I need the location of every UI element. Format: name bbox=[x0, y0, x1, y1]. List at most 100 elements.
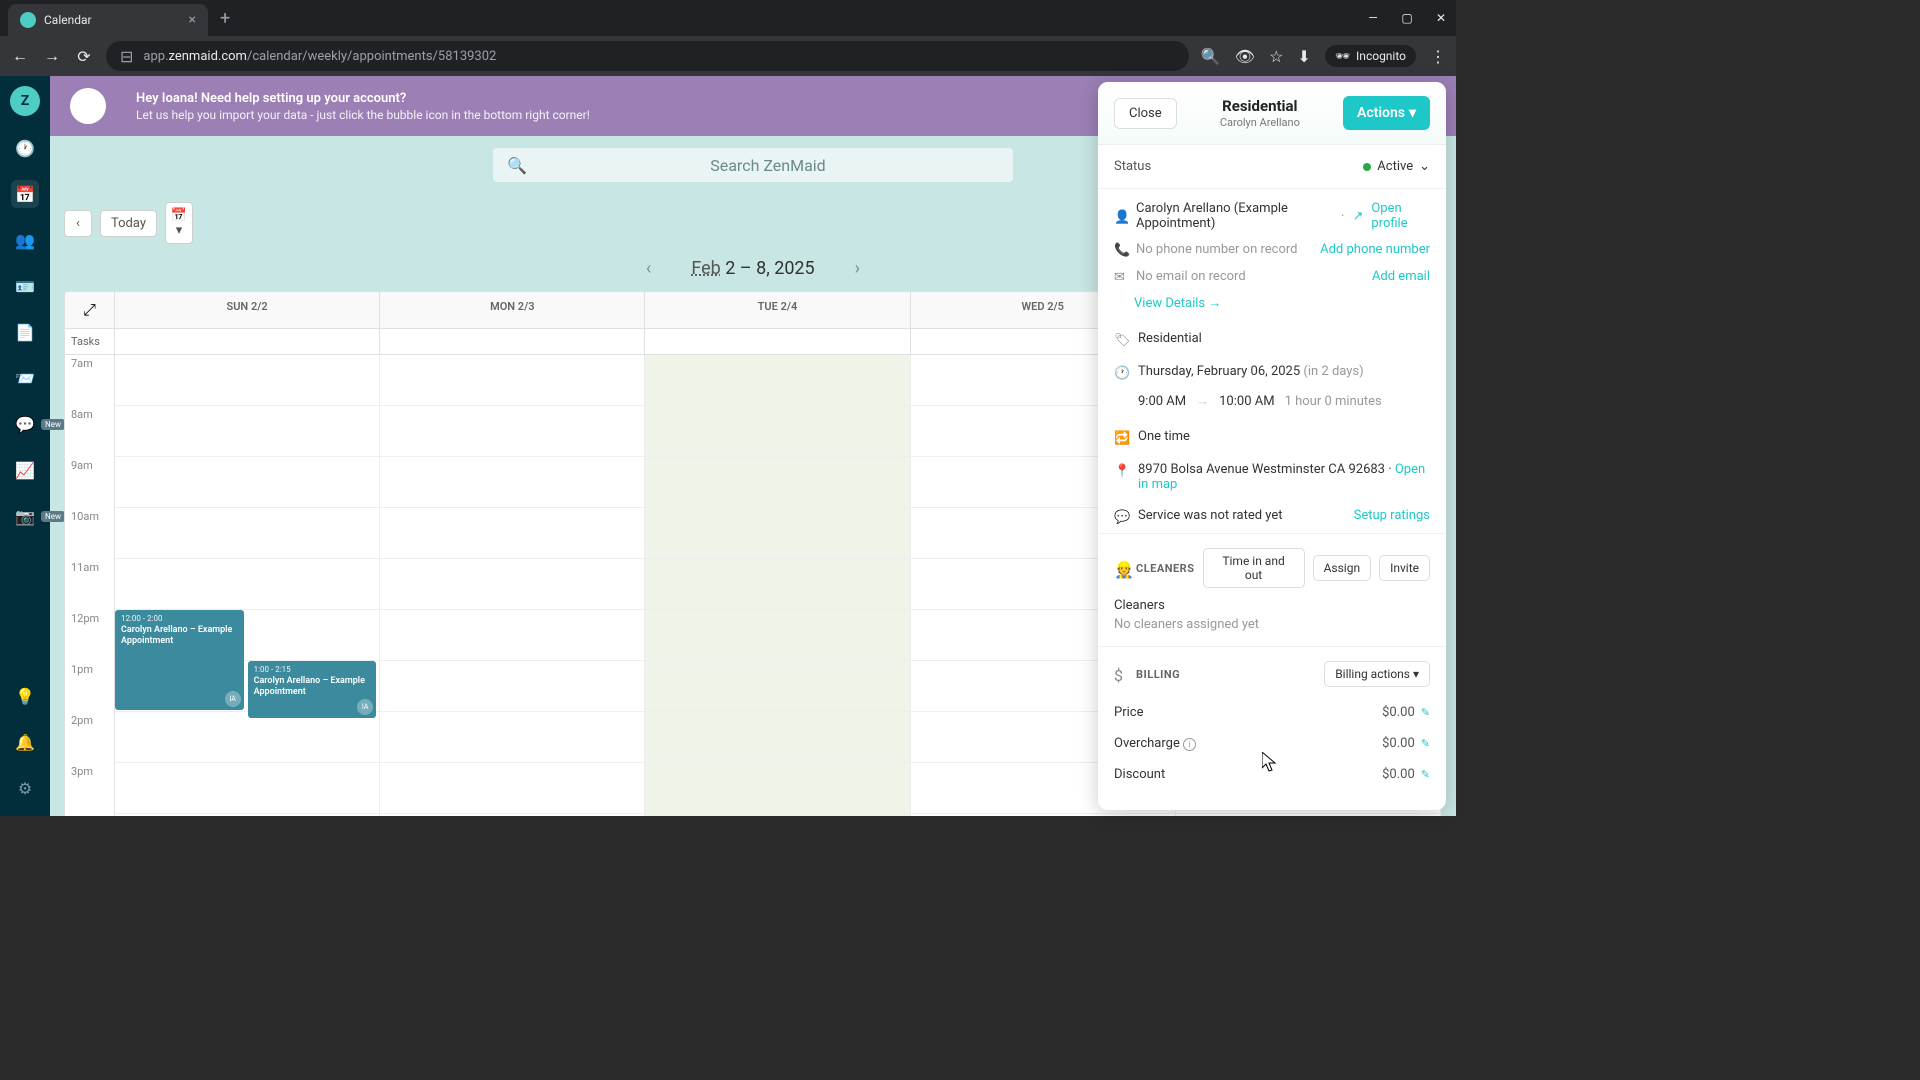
calendar-cell[interactable] bbox=[115, 559, 380, 610]
url-text: app.zenmaid.com/calendar/weekly/appointm… bbox=[143, 49, 496, 64]
camera-icon[interactable]: 📷New bbox=[11, 502, 39, 530]
calendar-cell[interactable] bbox=[380, 763, 645, 814]
forward-button[interactable]: → bbox=[42, 46, 62, 66]
address-bar[interactable]: ⊟ app.zenmaid.com/calendar/weekly/appoin… bbox=[106, 41, 1189, 71]
status-dropdown[interactable]: Active ⌄ bbox=[1363, 159, 1430, 174]
document-icon[interactable]: 📄 bbox=[11, 318, 39, 346]
calendar-cell[interactable] bbox=[1176, 814, 1441, 816]
calendar-cell[interactable] bbox=[115, 406, 380, 457]
download-icon[interactable]: ⬇ bbox=[1297, 47, 1310, 66]
calendar-cell[interactable] bbox=[380, 661, 645, 712]
calendar-cell[interactable] bbox=[645, 610, 910, 661]
calendar-cell[interactable] bbox=[380, 610, 645, 661]
calendar-cell[interactable] bbox=[645, 355, 910, 406]
no-phone-text: No phone number on record bbox=[1136, 242, 1297, 257]
calendar-cell[interactable] bbox=[645, 406, 910, 457]
bell-icon[interactable]: 🔔 bbox=[11, 728, 39, 756]
info-icon[interactable]: i bbox=[1183, 738, 1196, 751]
repeat-icon: 🔁 bbox=[1114, 431, 1128, 446]
calendar-cell[interactable] bbox=[645, 814, 910, 816]
incognito-badge[interactable]: 🕶 Incognito bbox=[1325, 45, 1416, 67]
chat-icon[interactable]: 💬New bbox=[11, 410, 39, 438]
expand-icon[interactable]: ⤢ bbox=[65, 292, 115, 328]
browser-tab[interactable]: Calendar × bbox=[8, 4, 208, 36]
panel-subtitle: Carolyn Arellano bbox=[1177, 116, 1343, 129]
calendar-cell[interactable] bbox=[645, 661, 910, 712]
calendar-cell[interactable] bbox=[115, 508, 380, 559]
appointment-date: Thursday, February 06, 2025 (in 2 days) bbox=[1138, 364, 1364, 379]
id-card-icon[interactable]: 🪪 bbox=[11, 272, 39, 300]
bookmark-icon[interactable]: ☆ bbox=[1269, 47, 1283, 66]
add-email-link[interactable]: Add email bbox=[1372, 269, 1430, 284]
tasks-cell[interactable] bbox=[115, 329, 380, 354]
calendar-cell[interactable] bbox=[380, 712, 645, 763]
minimize-button[interactable]: — bbox=[1366, 11, 1380, 25]
search-icon[interactable]: 🔍 bbox=[1201, 47, 1221, 66]
calendar-event[interactable]: 1:00 - 2:15Carolyn Arellano – Example Ap… bbox=[248, 661, 377, 718]
edit-icon[interactable]: ✎ bbox=[1421, 737, 1430, 750]
actions-button[interactable]: Actions ▾ bbox=[1343, 96, 1430, 130]
calendar-cell[interactable] bbox=[645, 712, 910, 763]
menu-icon[interactable]: ⋮ bbox=[1430, 47, 1446, 66]
tab-favicon bbox=[20, 12, 36, 28]
view-details-link[interactable]: View Details → bbox=[1134, 295, 1221, 311]
time-in-out-button[interactable]: Time in and out bbox=[1203, 548, 1305, 588]
new-tab-button[interactable]: + bbox=[208, 8, 242, 29]
inbox-icon[interactable]: 📨 bbox=[11, 364, 39, 392]
site-info-icon[interactable]: ⊟ bbox=[120, 47, 133, 66]
add-phone-link[interactable]: Add phone number bbox=[1320, 242, 1430, 257]
overcharge-label: Overcharge i bbox=[1114, 736, 1196, 751]
calendar-cell[interactable] bbox=[380, 814, 645, 816]
tasks-cell[interactable] bbox=[645, 329, 910, 354]
search-input[interactable]: 🔍 Search ZenMaid bbox=[493, 148, 1013, 182]
prev-week-button[interactable]: ‹ bbox=[646, 258, 651, 279]
calendar-cell[interactable] bbox=[380, 457, 645, 508]
maximize-button[interactable]: ▢ bbox=[1400, 11, 1414, 25]
calendar-cell[interactable] bbox=[645, 763, 910, 814]
calendar-cell[interactable] bbox=[115, 763, 380, 814]
view-picker[interactable]: 📅 ▾ bbox=[165, 202, 193, 244]
help-icon[interactable]: 💡 bbox=[11, 682, 39, 710]
analytics-icon[interactable]: 📈 bbox=[11, 456, 39, 484]
app-logo[interactable]: Z bbox=[10, 86, 40, 116]
eye-off-icon[interactable]: 👁 bbox=[1235, 47, 1255, 66]
calendar-cell[interactable] bbox=[645, 508, 910, 559]
prev-button[interactable]: ‹ bbox=[64, 210, 92, 237]
calendar-cell[interactable] bbox=[380, 355, 645, 406]
calendar-cell[interactable] bbox=[645, 457, 910, 508]
edit-icon[interactable]: ✎ bbox=[1421, 768, 1430, 781]
back-button[interactable]: ← bbox=[10, 46, 30, 66]
gear-icon[interactable]: ⚙ bbox=[11, 774, 39, 802]
calendar-cell[interactable] bbox=[911, 814, 1176, 816]
browser-toolbar: ← → ⟳ ⊟ app.zenmaid.com/calendar/weekly/… bbox=[0, 36, 1456, 76]
calendar-cell[interactable] bbox=[115, 457, 380, 508]
calendar-cell[interactable] bbox=[645, 559, 910, 610]
calendar-cell[interactable] bbox=[380, 508, 645, 559]
close-button[interactable]: Close bbox=[1114, 98, 1177, 129]
clock-icon[interactable]: 🕐 bbox=[11, 134, 39, 162]
today-button[interactable]: Today bbox=[100, 210, 157, 237]
tasks-label: Tasks bbox=[65, 329, 115, 354]
contacts-icon[interactable]: 👥 bbox=[11, 226, 39, 254]
reload-button[interactable]: ⟳ bbox=[74, 46, 94, 66]
calendar-event[interactable]: 12:00 - 2:00Carolyn Arellano – Example A… bbox=[115, 610, 244, 710]
incognito-icon: 🕶 bbox=[1335, 49, 1350, 63]
tasks-cell[interactable] bbox=[380, 329, 645, 354]
open-profile-link[interactable]: Open profile bbox=[1371, 201, 1430, 231]
calendar-icon[interactable]: 📅 bbox=[11, 180, 39, 208]
external-link-icon: ↗ bbox=[1352, 209, 1363, 224]
calendar-cell[interactable] bbox=[115, 814, 380, 816]
calendar-cell[interactable] bbox=[115, 355, 380, 406]
billing-actions-button[interactable]: Billing actions ▾ bbox=[1324, 661, 1430, 687]
invite-button[interactable]: Invite bbox=[1379, 555, 1430, 581]
calendar-cell[interactable] bbox=[380, 406, 645, 457]
calendar-cell[interactable] bbox=[115, 712, 380, 763]
next-week-button[interactable]: › bbox=[855, 258, 860, 279]
setup-ratings-link[interactable]: Setup ratings bbox=[1354, 508, 1430, 523]
close-window-button[interactable]: ✕ bbox=[1434, 11, 1448, 25]
discount-label: Discount bbox=[1114, 767, 1165, 782]
calendar-cell[interactable] bbox=[380, 559, 645, 610]
edit-icon[interactable]: ✎ bbox=[1421, 706, 1430, 719]
assign-button[interactable]: Assign bbox=[1313, 555, 1372, 581]
tab-close-icon[interactable]: × bbox=[189, 12, 196, 28]
